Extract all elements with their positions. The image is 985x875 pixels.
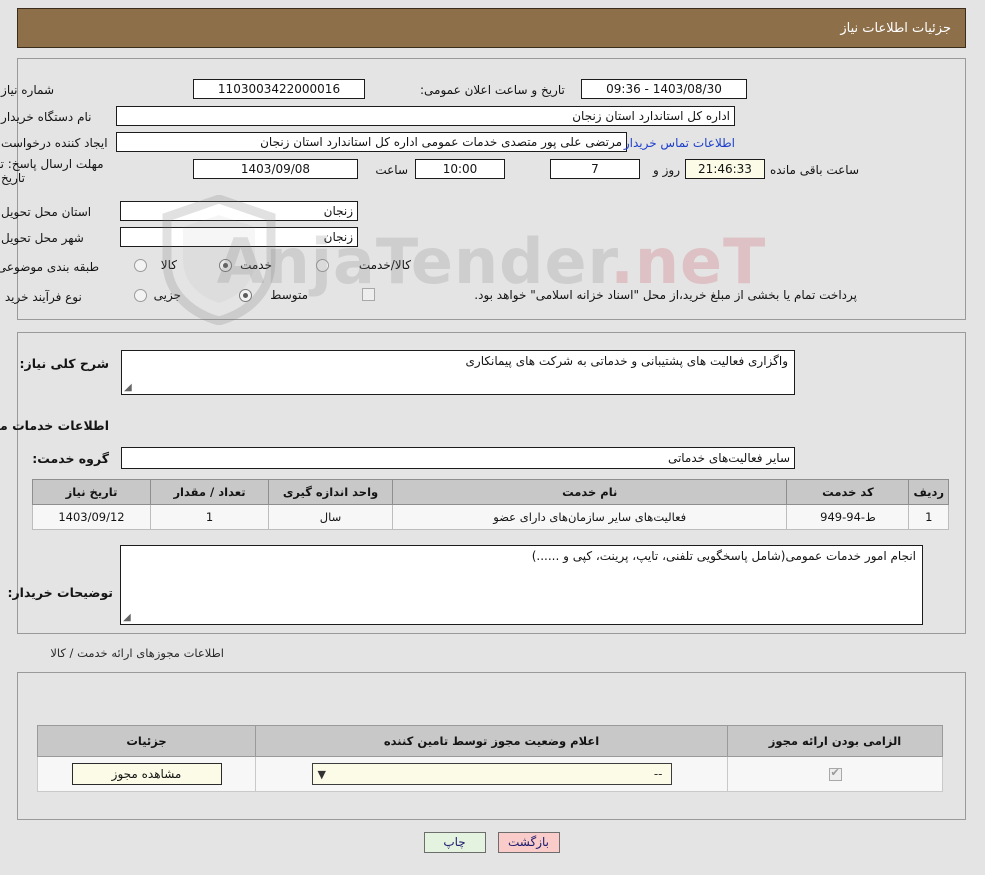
announce-datetime-label: تاریخ و ساعت اعلان عمومی: <box>421 83 575 97</box>
category-option-label-0: کالا <box>162 258 178 272</box>
remaining-hours-label: ساعت باقی مانده <box>771 163 860 177</box>
col-license-required: الزامی بودن ارائه مجوز <box>729 726 944 757</box>
general-description-textarea[interactable]: واگزاری فعالیت های پشتیبانی و خدماتی به … <box>122 350 796 395</box>
table-row: 1 ط-94-949 فعالیت‌های سایر سازمان‌های دا… <box>34 505 950 530</box>
col-unit: واحد اندازه گیری <box>270 480 394 505</box>
buyer-org-value: اداره کل استاندارد استان زنجان <box>117 106 736 126</box>
col-service-name: نام خدمت <box>394 480 788 505</box>
cell-license-required <box>729 757 944 792</box>
licenses-table-header-row: الزامی بودن ارائه مجوز اعلام وضعیت مجوز … <box>39 726 944 757</box>
process-radio-motavaset[interactable] <box>240 289 253 302</box>
cell-service-name: فعالیت‌های سایر سازمان‌های دارای عضو <box>394 505 788 530</box>
chevron-down-icon: ▼ <box>319 764 327 785</box>
cell-quantity: 1 <box>152 505 270 530</box>
cell-need-date: 1403/09/12 <box>34 505 152 530</box>
licenses-panel: الزامی بودن ارائه مجوز اعلام وضعیت مجوز … <box>18 672 967 820</box>
footer-button-row: بازگشت چاپ <box>0 832 985 853</box>
buyer-notes-textarea[interactable]: انجام امور خدمات عمومی(شامل پاسخگویی تلف… <box>121 545 924 625</box>
request-creator-label: ایجاد کننده درخواست: <box>0 136 116 150</box>
category-option-label-1: خدمت <box>241 258 273 272</box>
licenses-caption: اطلاعات مجوزهای ارائه خدمت / کالا <box>51 646 225 660</box>
service-group-label: گروه خدمت: <box>33 451 110 466</box>
category-radio-kala[interactable] <box>135 259 148 272</box>
deadline-hour-label: ساعت <box>376 163 409 177</box>
print-button[interactable]: چاپ <box>425 832 487 853</box>
license-status-select[interactable]: ▼ -- <box>313 763 673 785</box>
col-license-details: جزئیات <box>39 726 257 757</box>
category-radio-khedmat[interactable] <box>220 259 233 272</box>
col-license-status: اعلام وضعیت مجوز توسط تامین کننده <box>257 726 729 757</box>
islamic-treasury-note: پرداخت تمام یا بخشی از مبلغ خرید،از محل … <box>475 288 858 302</box>
process-radio-jozee[interactable] <box>135 289 148 302</box>
col-service-code: کد خدمت <box>788 480 910 505</box>
need-description-panel: شرح کلی نیاز: واگزاری فعالیت های پشتیبان… <box>18 332 967 634</box>
announce-datetime-value: 1403/08/30 - 09:36 <box>582 79 748 99</box>
delivery-province-value: زنجان <box>121 201 359 221</box>
resize-grip-icon[interactable]: ◣ <box>125 383 135 393</box>
need-number-value: 1103003422000016 <box>194 79 366 99</box>
license-required-checkbox <box>830 768 843 781</box>
response-deadline-label: مهلت ارسال پاسخ: تا تاریخ: <box>0 157 110 185</box>
cell-unit: سال <box>270 505 394 530</box>
page-root: AnjaTender.neT جزئیات اطلاعات نیاز شماره… <box>0 0 985 875</box>
need-number-label: شماره نیاز: <box>0 83 82 97</box>
category-radio-kala-khedmat[interactable] <box>317 259 330 272</box>
deadline-hour-value: 10:00 <box>416 159 506 179</box>
page-title: جزئیات اطلاعات نیاز <box>841 21 952 36</box>
remaining-days-value: 7 <box>551 159 641 179</box>
cell-license-status: ▼ -- <box>257 757 729 792</box>
remaining-days-label: روز و <box>654 163 681 177</box>
buyer-org-label: نام دستگاه خریدار: <box>0 110 99 124</box>
process-option-label-0: جزیی <box>155 288 182 302</box>
services-table-header-row: ردیف کد خدمت نام خدمت واحد اندازه گیری ت… <box>34 480 950 505</box>
deadline-date-value: 1403/09/08 <box>194 159 359 179</box>
buyer-notes-label: توضیحات خریدار: <box>8 585 114 600</box>
delivery-province-label: استان محل تحویل: <box>0 205 94 219</box>
delivery-city-label: شهر محل تحویل: <box>0 231 94 245</box>
process-option-label-1: متوسط <box>271 288 309 302</box>
cell-license-details: مشاهده مجوز <box>39 757 257 792</box>
cell-row: 1 <box>910 505 950 530</box>
buyer-notes-value: انجام امور خدمات عمومی(شامل پاسخگویی تلف… <box>533 549 917 563</box>
buyer-contact-link[interactable]: اطلاعات تماس خریدار <box>625 136 736 150</box>
service-group-value: سایر فعالیت‌های خدماتی <box>122 447 796 469</box>
view-license-button[interactable]: مشاهده مجوز <box>73 763 223 785</box>
islamic-treasury-checkbox[interactable] <box>363 288 376 301</box>
general-description-value: واگزاری فعالیت های پشتیبانی و خدماتی به … <box>467 354 789 368</box>
delivery-city-value: زنجان <box>121 227 359 247</box>
category-label: طبقه بندی موضوعی: <box>0 260 100 274</box>
table-row: ▼ -- مشاهده مجوز <box>39 757 944 792</box>
col-row: ردیف <box>910 480 950 505</box>
remaining-countdown-value: 21:46:33 <box>686 159 766 179</box>
request-creator-value: مرتضی علی پور متصدی خدمات عمومی اداره کل… <box>117 132 628 152</box>
col-need-date: تاریخ نیاز <box>34 480 152 505</box>
general-description-label: شرح کلی نیاز: <box>21 356 110 371</box>
category-option-label-2: کالا/خدمت <box>360 258 412 272</box>
page-header-bar: جزئیات اطلاعات نیاز <box>18 8 967 48</box>
services-section-title: اطلاعات خدمات مورد نیاز <box>0 418 110 433</box>
cell-service-code: ط-94-949 <box>788 505 910 530</box>
resize-grip-icon-notes[interactable]: ◣ <box>124 613 134 623</box>
licenses-table: الزامی بودن ارائه مجوز اعلام وضعیت مجوز … <box>38 725 944 792</box>
services-table: ردیف کد خدمت نام خدمت واحد اندازه گیری ت… <box>33 479 950 530</box>
back-button[interactable]: بازگشت <box>499 832 561 853</box>
license-status-value: -- <box>655 767 664 781</box>
col-quantity: تعداد / مقدار <box>152 480 270 505</box>
purchase-process-label: نوع فرآیند خرید : <box>0 290 100 304</box>
need-info-panel: شماره نیاز: 1103003422000016 تاریخ و ساع… <box>18 58 967 320</box>
